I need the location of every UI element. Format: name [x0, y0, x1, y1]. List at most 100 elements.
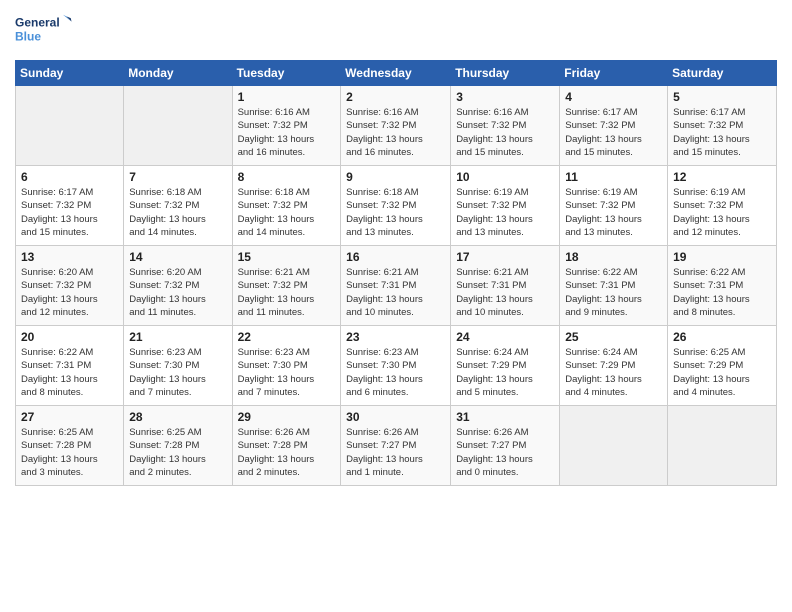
calendar-cell: 12 Sunrise: 6:19 AM Sunset: 7:32 PM Dayli…: [668, 166, 777, 246]
day-header-tuesday: Tuesday: [232, 61, 341, 86]
day-number: 8: [238, 170, 336, 184]
calendar-cell: 26Sunrise: 6:25 AM Sunset: 7:29 PM Dayli…: [668, 326, 777, 406]
logo: General Blue: [15, 10, 75, 52]
calendar-cell: 8 Sunrise: 6:18 AM Sunset: 7:32 PM Daylig…: [232, 166, 341, 246]
day-info: Sunrise: 6:17 AM Sunset: 7:32 PM Dayligh…: [565, 106, 662, 159]
day-info: Sunrise: 6:23 AM Sunset: 7:30 PM Dayligh…: [129, 346, 226, 399]
calendar-cell: 1Sunrise: 6:16 AM Sunset: 7:32 PM Daylig…: [232, 86, 341, 166]
day-info: Sunrise: 6:19 AM Sunset: 7:32 PM Dayligh…: [673, 186, 771, 239]
calendar-cell: 17 Sunrise: 6:21 AM Sunset: 7:31 PM Dayli…: [451, 246, 560, 326]
day-info: Sunrise: 6:22 AM Sunset: 7:31 PM Dayligh…: [565, 266, 662, 319]
day-header-thursday: Thursday: [451, 61, 560, 86]
calendar-cell: 19 Sunrise: 6:22 AM Sunset: 7:31 PM Dayli…: [668, 246, 777, 326]
calendar-table: SundayMondayTuesdayWednesdayThursdayFrid…: [15, 60, 777, 486]
calendar-cell: 24Sunrise: 6:24 AM Sunset: 7:29 PM Dayli…: [451, 326, 560, 406]
day-number: 17: [456, 250, 554, 264]
day-number: 2: [346, 90, 445, 104]
day-info: Sunrise: 6:26 AM Sunset: 7:27 PM Dayligh…: [346, 426, 445, 479]
day-number: 22: [238, 330, 336, 344]
calendar-cell: 16 Sunrise: 6:21 AM Sunset: 7:31 PM Dayli…: [341, 246, 451, 326]
day-header-monday: Monday: [124, 61, 232, 86]
day-number: 19: [673, 250, 771, 264]
day-number: 10: [456, 170, 554, 184]
calendar-week-1: 1Sunrise: 6:16 AM Sunset: 7:32 PM Daylig…: [16, 86, 777, 166]
day-number: 12: [673, 170, 771, 184]
calendar-cell: 20Sunrise: 6:22 AM Sunset: 7:31 PM Dayli…: [16, 326, 124, 406]
day-number: 23: [346, 330, 445, 344]
day-info: Sunrise: 6:19 AM Sunset: 7:32 PM Dayligh…: [565, 186, 662, 239]
logo-svg: General Blue: [15, 10, 75, 52]
calendar-cell: 23 Sunrise: 6:23 AM Sunset: 7:30 PM Dayli…: [341, 326, 451, 406]
calendar-cell: [668, 406, 777, 486]
day-info: Sunrise: 6:23 AM Sunset: 7:30 PM Dayligh…: [346, 346, 445, 399]
calendar-cell: 30 Sunrise: 6:26 AM Sunset: 7:27 PM Dayli…: [341, 406, 451, 486]
calendar-cell: 10 Sunrise: 6:19 AM Sunset: 7:32 PM Dayli…: [451, 166, 560, 246]
day-info: Sunrise: 6:21 AM Sunset: 7:31 PM Dayligh…: [456, 266, 554, 319]
calendar-cell: [16, 86, 124, 166]
day-number: 3: [456, 90, 554, 104]
day-number: 25: [565, 330, 662, 344]
day-info: Sunrise: 6:21 AM Sunset: 7:31 PM Dayligh…: [346, 266, 445, 319]
day-number: 18: [565, 250, 662, 264]
calendar-cell: 2Sunrise: 6:16 AM Sunset: 7:32 PM Daylig…: [341, 86, 451, 166]
day-number: 27: [21, 410, 118, 424]
day-number: 14: [129, 250, 226, 264]
day-info: Sunrise: 6:22 AM Sunset: 7:31 PM Dayligh…: [673, 266, 771, 319]
day-info: Sunrise: 6:17 AM Sunset: 7:32 PM Dayligh…: [21, 186, 118, 239]
day-info: Sunrise: 6:18 AM Sunset: 7:32 PM Dayligh…: [238, 186, 336, 239]
day-info: Sunrise: 6:18 AM Sunset: 7:32 PM Dayligh…: [129, 186, 226, 239]
day-info: Sunrise: 6:18 AM Sunset: 7:32 PM Dayligh…: [346, 186, 445, 239]
calendar-cell: 25 Sunrise: 6:24 AM Sunset: 7:29 PM Dayli…: [560, 326, 668, 406]
day-info: Sunrise: 6:25 AM Sunset: 7:28 PM Dayligh…: [129, 426, 226, 479]
day-number: 4: [565, 90, 662, 104]
day-info: Sunrise: 6:21 AM Sunset: 7:32 PM Dayligh…: [238, 266, 336, 319]
calendar-cell: 4 Sunrise: 6:17 AM Sunset: 7:32 PM Daylig…: [560, 86, 668, 166]
calendar-cell: 7 Sunrise: 6:18 AM Sunset: 7:32 PM Daylig…: [124, 166, 232, 246]
svg-text:General: General: [15, 16, 60, 30]
day-number: 7: [129, 170, 226, 184]
day-number: 15: [238, 250, 336, 264]
calendar-week-4: 20Sunrise: 6:22 AM Sunset: 7:31 PM Dayli…: [16, 326, 777, 406]
day-info: Sunrise: 6:22 AM Sunset: 7:31 PM Dayligh…: [21, 346, 118, 399]
day-header-saturday: Saturday: [668, 61, 777, 86]
calendar-cell: 14Sunrise: 6:20 AM Sunset: 7:32 PM Dayli…: [124, 246, 232, 326]
calendar-cell: 22 Sunrise: 6:23 AM Sunset: 7:30 PM Dayli…: [232, 326, 341, 406]
day-number: 16: [346, 250, 445, 264]
calendar-header-row: SundayMondayTuesdayWednesdayThursdayFrid…: [16, 61, 777, 86]
day-info: Sunrise: 6:24 AM Sunset: 7:29 PM Dayligh…: [565, 346, 662, 399]
day-info: Sunrise: 6:19 AM Sunset: 7:32 PM Dayligh…: [456, 186, 554, 239]
day-number: 9: [346, 170, 445, 184]
day-info: Sunrise: 6:20 AM Sunset: 7:32 PM Dayligh…: [21, 266, 118, 319]
calendar-cell: 21 Sunrise: 6:23 AM Sunset: 7:30 PM Dayli…: [124, 326, 232, 406]
calendar-cell: 31Sunrise: 6:26 AM Sunset: 7:27 PM Dayli…: [451, 406, 560, 486]
day-header-sunday: Sunday: [16, 61, 124, 86]
day-number: 6: [21, 170, 118, 184]
calendar-cell: 29 Sunrise: 6:26 AM Sunset: 7:28 PM Dayli…: [232, 406, 341, 486]
day-number: 26: [673, 330, 771, 344]
day-number: 29: [238, 410, 336, 424]
calendar-cell: [124, 86, 232, 166]
day-info: Sunrise: 6:26 AM Sunset: 7:28 PM Dayligh…: [238, 426, 336, 479]
day-number: 30: [346, 410, 445, 424]
calendar-week-5: 27 Sunrise: 6:25 AM Sunset: 7:28 PM Dayli…: [16, 406, 777, 486]
day-number: 5: [673, 90, 771, 104]
day-info: Sunrise: 6:26 AM Sunset: 7:27 PM Dayligh…: [456, 426, 554, 479]
calendar-cell: 5 Sunrise: 6:17 AM Sunset: 7:32 PM Daylig…: [668, 86, 777, 166]
day-number: 28: [129, 410, 226, 424]
day-number: 13: [21, 250, 118, 264]
day-info: Sunrise: 6:17 AM Sunset: 7:32 PM Dayligh…: [673, 106, 771, 159]
calendar-cell: [560, 406, 668, 486]
day-number: 1: [238, 90, 336, 104]
svg-text:Blue: Blue: [15, 29, 41, 43]
day-info: Sunrise: 6:23 AM Sunset: 7:30 PM Dayligh…: [238, 346, 336, 399]
calendar-cell: 9 Sunrise: 6:18 AM Sunset: 7:32 PM Daylig…: [341, 166, 451, 246]
day-number: 11: [565, 170, 662, 184]
calendar-cell: 6 Sunrise: 6:17 AM Sunset: 7:32 PM Daylig…: [16, 166, 124, 246]
calendar-cell: 13 Sunrise: 6:20 AM Sunset: 7:32 PM Dayli…: [16, 246, 124, 326]
day-header-wednesday: Wednesday: [341, 61, 451, 86]
calendar-cell: 3Sunrise: 6:16 AM Sunset: 7:32 PM Daylig…: [451, 86, 560, 166]
day-number: 21: [129, 330, 226, 344]
day-header-friday: Friday: [560, 61, 668, 86]
day-info: Sunrise: 6:24 AM Sunset: 7:29 PM Dayligh…: [456, 346, 554, 399]
day-info: Sunrise: 6:25 AM Sunset: 7:28 PM Dayligh…: [21, 426, 118, 479]
